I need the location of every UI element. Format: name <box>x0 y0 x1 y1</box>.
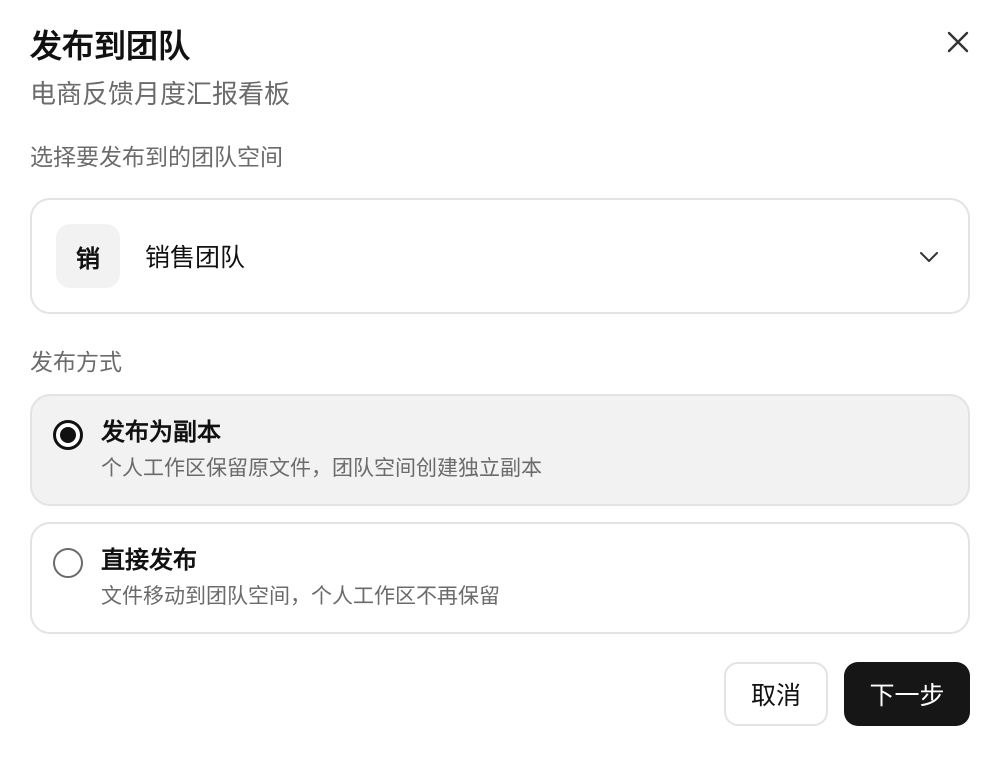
publish-to-team-dialog: 发布到团队 电商反馈月度汇报看板 选择要发布到的团队空间 销 销售团队 发布方式… <box>0 0 1000 764</box>
option-title: 直接发布 <box>101 546 197 574</box>
dialog-title: 发布到团队 <box>30 27 191 65</box>
option-description: 文件移动到团队空间，个人工作区不再保留 <box>101 584 500 608</box>
close-button[interactable] <box>940 26 976 62</box>
next-button[interactable]: 下一步 <box>844 662 970 726</box>
method-section-label: 发布方式 <box>30 350 122 376</box>
option-description: 个人工作区保留原文件，团队空间创建独立副本 <box>101 456 542 480</box>
radio-direct-publish[interactable] <box>53 548 83 578</box>
option-title: 发布为副本 <box>101 418 221 446</box>
team-avatar: 销 <box>56 224 120 288</box>
cancel-button[interactable]: 取消 <box>724 662 828 726</box>
option-publish-copy[interactable]: 发布为副本 个人工作区保留原文件，团队空间创建独立副本 <box>30 394 970 506</box>
option-direct-publish[interactable]: 直接发布 文件移动到团队空间，个人工作区不再保留 <box>30 522 970 634</box>
dialog-subtitle: 电商反馈月度汇报看板 <box>30 80 291 110</box>
team-select[interactable]: 销 销售团队 <box>30 198 970 314</box>
radio-publish-copy[interactable] <box>53 420 83 450</box>
selected-team-name: 销售团队 <box>145 243 246 272</box>
chevron-down-icon <box>916 244 942 270</box>
close-icon <box>946 30 970 58</box>
team-section-label: 选择要发布到的团队空间 <box>30 145 283 171</box>
